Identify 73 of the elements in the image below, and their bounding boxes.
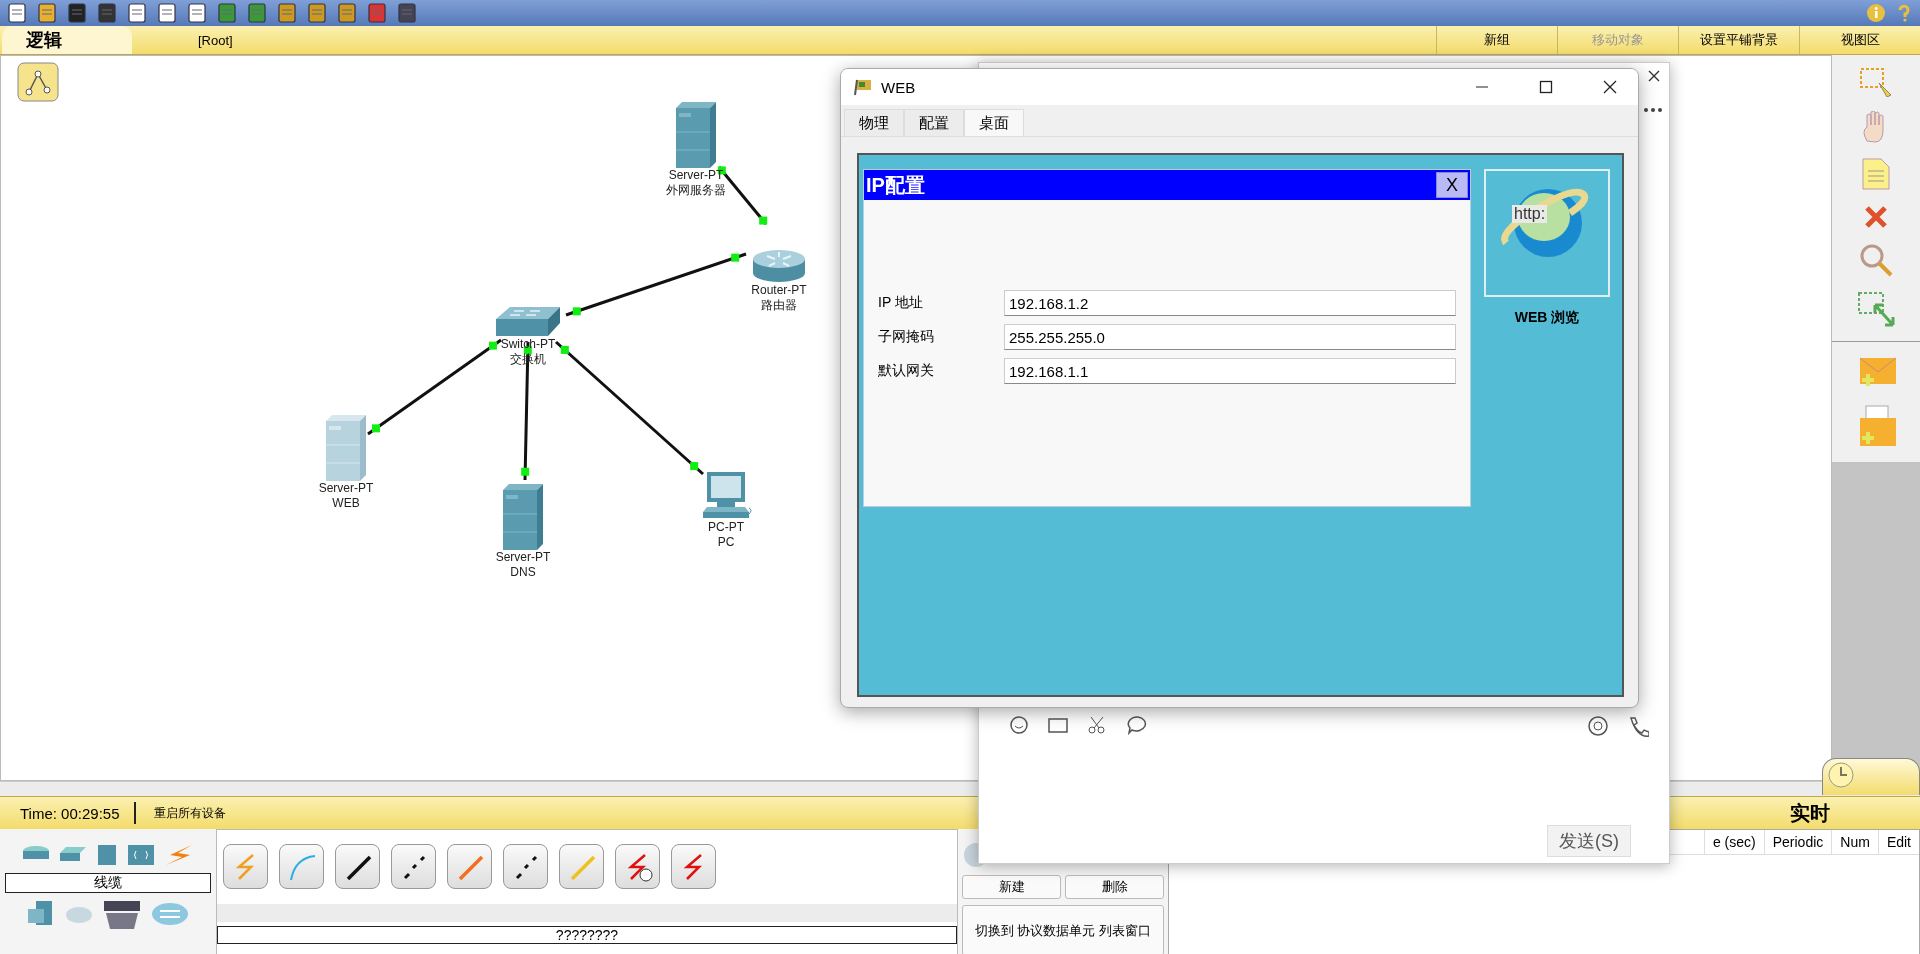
folder-icon[interactable] — [1047, 715, 1069, 735]
toolbar-action[interactable]: 视图区 — [1799, 26, 1920, 54]
more-icon[interactable] — [1643, 107, 1663, 113]
topology-icon[interactable] — [17, 62, 59, 102]
pdu-scenario-button[interactable]: 新建 — [962, 875, 1061, 899]
rack-device-icon[interactable] — [102, 899, 142, 931]
simulation-time: Time: 00:29:55 — [0, 802, 136, 824]
cable-link[interactable] — [367, 338, 502, 436]
device-name-label: WEB — [332, 496, 360, 511]
column-header: Edit — [1877, 830, 1919, 854]
cable-type-button[interactable] — [335, 844, 380, 889]
close-icon[interactable] — [1647, 69, 1661, 83]
emoji-icon[interactable] — [1009, 715, 1029, 735]
reset-devices-link[interactable]: 重启所有设备 — [135, 804, 1790, 822]
clock-icon[interactable] — [1826, 760, 1856, 790]
workspace-path: [Root] — [197, 32, 234, 48]
server-icon[interactable] — [503, 484, 543, 550]
phone-icon[interactable] — [1627, 715, 1649, 737]
cable-link[interactable] — [565, 252, 747, 317]
column-header: e (sec) — [1703, 830, 1764, 854]
pdu-list-toggle-button[interactable]: 切换到 协议数据单元 列表窗口 — [962, 905, 1164, 954]
category-label: 线缆 — [5, 873, 211, 893]
app-icon — [853, 77, 873, 97]
logical-tab[interactable]: 逻辑 — [2, 26, 132, 54]
tab[interactable]: 桌面 — [964, 109, 1024, 136]
ip-config-title: IP配置 — [866, 172, 925, 198]
cable-link[interactable] — [555, 340, 704, 476]
resize-icon[interactable] — [1857, 291, 1895, 327]
input-field[interactable]: 192.168.1.1 — [1004, 358, 1456, 384]
close-icon[interactable] — [1603, 80, 1617, 94]
cable-caption: ???????? — [217, 926, 957, 944]
send-button[interactable]: 发送(S) — [1547, 825, 1631, 857]
input-field[interactable]: 192.168.1.2 — [1004, 290, 1456, 316]
select-icon[interactable] — [1859, 67, 1893, 97]
chat-bubble-icon[interactable] — [1127, 715, 1149, 735]
close-button[interactable]: X — [1436, 172, 1468, 198]
hub-category-icon[interactable] — [96, 843, 118, 867]
toolbar-action[interactable]: 新组 — [1436, 26, 1557, 54]
delete-icon[interactable] — [1864, 205, 1888, 229]
device-name-label: PC — [717, 535, 735, 550]
field-label: 子网掩码 — [878, 328, 935, 346]
http-label: http: — [1512, 205, 1548, 223]
maximize-icon[interactable] — [1539, 80, 1553, 94]
switch-icon[interactable] — [496, 307, 560, 337]
device-name-label: 外网服务器 — [666, 183, 726, 198]
toolbar-action[interactable]: 设置平铺背景 — [1678, 26, 1799, 54]
device-model-label: Server-PT — [495, 550, 551, 565]
device-name-label: DNS — [510, 565, 536, 580]
column-header: Num — [1831, 830, 1878, 854]
wireless-category-icon[interactable] — [126, 843, 156, 867]
pdu-scenario-button[interactable]: 删除 — [1065, 875, 1164, 899]
field-label: IP 地址 — [878, 294, 924, 312]
app-label: WEB 浏览 — [1514, 309, 1580, 327]
web-browser-tile[interactable]: http: — [1484, 169, 1610, 297]
device-model-label: Server-PT — [318, 481, 374, 496]
device-model-label: Server-PT — [668, 168, 724, 183]
scrollbar[interactable] — [217, 904, 957, 922]
device-model-label: Router-PT — [751, 283, 807, 298]
realtime-mode-label: 实时 — [1790, 800, 1831, 826]
info-icon[interactable] — [1866, 3, 1886, 23]
tab[interactable]: 物理 — [844, 109, 904, 136]
device-name-label: 路由器 — [761, 298, 797, 313]
input-field[interactable]: 255.255.255.0 — [1004, 324, 1456, 350]
field-label: 默认网关 — [878, 362, 935, 380]
device-model-label: PC-PT — [708, 520, 744, 535]
router-icon[interactable] — [751, 247, 807, 283]
tab[interactable]: 配置 — [904, 109, 964, 136]
window-title: WEB — [881, 78, 917, 96]
video-icon[interactable] — [1587, 715, 1609, 737]
new-file-icon[interactable] — [6, 2, 28, 24]
device-model-label: Switch-PT — [500, 337, 556, 352]
column-header: Periodic — [1763, 830, 1832, 854]
search-icon[interactable] — [1859, 243, 1893, 277]
